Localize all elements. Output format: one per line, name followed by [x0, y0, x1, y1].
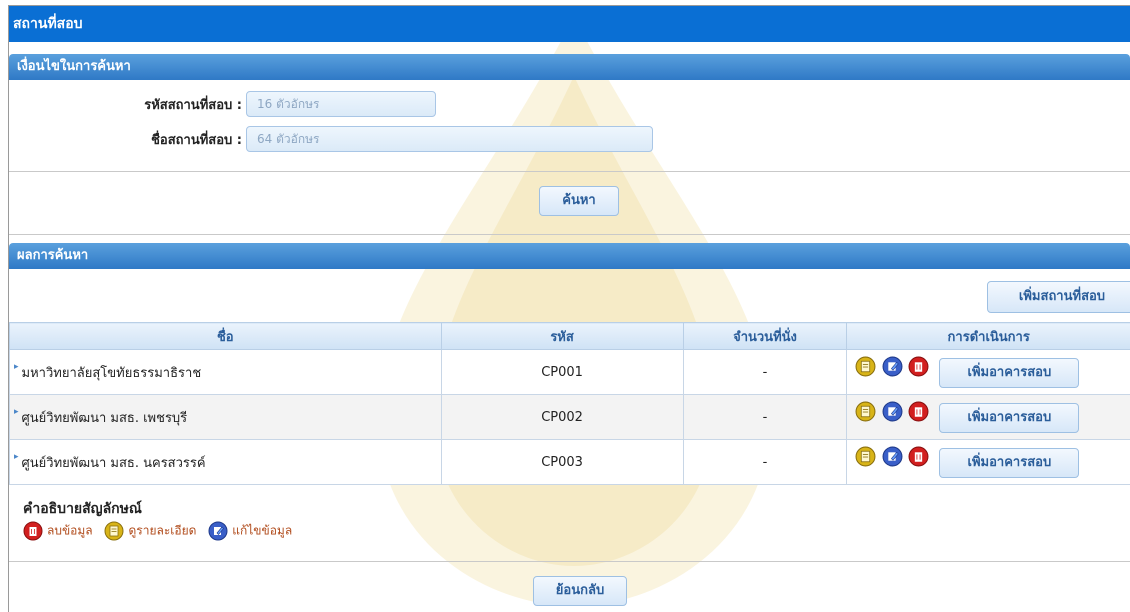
cell-actions: เพิ่มอาคารสอบ — [846, 394, 1130, 440]
cell-actions: เพิ่มอาคารสอบ — [846, 349, 1130, 395]
divider — [9, 234, 1130, 235]
edit-icon — [208, 521, 228, 541]
table-row: ▸ มหาวิทยาลัยสุโขทัยธรรมาธิราช CP001 - เพ… — [9, 349, 1130, 395]
legend-delete-label: ลบข้อมูล — [47, 523, 93, 538]
column-header-name: ชื่อ — [9, 322, 442, 350]
view-detail-icon[interactable] — [855, 356, 876, 377]
table-header-row: ชื่อ รหัส จำนวนที่นั่ง การดำเนินการ — [9, 322, 1130, 350]
cell-seats: - — [682, 394, 848, 440]
edit-icon[interactable] — [882, 446, 903, 467]
legend-view-label: ดูรายละเอียด — [128, 523, 197, 538]
row-arrow-icon: ▸ — [14, 406, 19, 417]
search-button[interactable]: ค้นหา — [539, 186, 619, 216]
cell-seats: - — [682, 439, 848, 485]
column-header-actions: การดำเนินการ — [846, 322, 1130, 350]
legend-title: คำอธิบายสัญลักษณ์ — [23, 501, 142, 517]
row-arrow-icon: ▸ — [14, 361, 19, 372]
place-name-input[interactable]: 64 ตัวอักษร — [246, 126, 653, 152]
search-section-header: เงื่อนไขในการค้นหา — [9, 54, 1130, 80]
cell-code: CP002 — [440, 394, 684, 440]
place-name: ศูนย์วิทยพัฒนา มสธ. เพชรบุรี — [21, 410, 188, 426]
add-exam-place-button[interactable]: เพิ่มสถานที่สอบ — [987, 281, 1130, 313]
delete-icon[interactable] — [908, 356, 929, 377]
edit-icon[interactable] — [882, 356, 903, 377]
main-panel: สถานที่สอบ เงื่อนไขในการค้นหา รหัสสถานที… — [8, 5, 1130, 612]
cell-code: CP003 — [440, 439, 684, 485]
legend: ลบข้อมูล ดูรายละเอียด แก้ไขข้อมูล — [23, 521, 300, 541]
table-row: ▸ ศูนย์วิทยพัฒนา มสธ. นครสวรรค์ CP003 - เ… — [9, 439, 1130, 485]
place-name: มหาวิทยาลัยสุโขทัยธรรมาธิราช — [21, 365, 202, 381]
table-row: ▸ ศูนย์วิทยพัฒนา มสธ. เพชรบุรี CP002 - เพ… — [9, 394, 1130, 440]
view-detail-icon[interactable] — [855, 401, 876, 422]
view-detail-icon[interactable] — [855, 446, 876, 467]
back-button[interactable]: ย้อนกลับ — [533, 576, 627, 606]
place-code-input[interactable]: 16 ตัวอักษร — [246, 91, 436, 117]
add-building-button[interactable]: เพิ่มอาคารสอบ — [939, 403, 1080, 433]
row-arrow-icon: ▸ — [14, 451, 19, 462]
column-header-code: รหัส — [440, 322, 684, 350]
legend-edit-label: แก้ไขข้อมูล — [232, 523, 293, 538]
delete-icon[interactable] — [908, 401, 929, 422]
delete-icon[interactable] — [908, 446, 929, 467]
add-building-button[interactable]: เพิ่มอาคารสอบ — [939, 448, 1080, 478]
divider — [9, 171, 1130, 172]
column-header-seats: จำนวนที่นั่ง — [682, 322, 848, 350]
cell-name: ▸ ศูนย์วิทยพัฒนา มสธ. นครสวรรค์ — [9, 439, 442, 485]
delete-icon — [23, 521, 43, 541]
cell-actions: เพิ่มอาคารสอบ — [846, 439, 1130, 485]
edit-icon[interactable] — [882, 401, 903, 422]
place-name: ศูนย์วิทยพัฒนา มสธ. นครสวรรค์ — [21, 455, 206, 471]
divider — [9, 561, 1130, 562]
add-building-button[interactable]: เพิ่มอาคารสอบ — [939, 358, 1080, 388]
page-title: สถานที่สอบ — [9, 6, 1130, 42]
cell-seats: - — [682, 349, 848, 395]
view-detail-icon — [104, 521, 124, 541]
results-table: ชื่อ รหัส จำนวนที่นั่ง การดำเนินการ ▸ มหา… — [9, 322, 1130, 485]
place-name-label: ชื่อสถานที่สอบ : — [151, 133, 242, 148]
cell-code: CP001 — [440, 349, 684, 395]
results-section-header: ผลการค้นหา — [9, 243, 1130, 269]
place-code-label: รหัสสถานที่สอบ : — [144, 98, 242, 113]
cell-name: ▸ มหาวิทยาลัยสุโขทัยธรรมาธิราช — [9, 349, 442, 395]
cell-name: ▸ ศูนย์วิทยพัฒนา มสธ. เพชรบุรี — [9, 394, 442, 440]
